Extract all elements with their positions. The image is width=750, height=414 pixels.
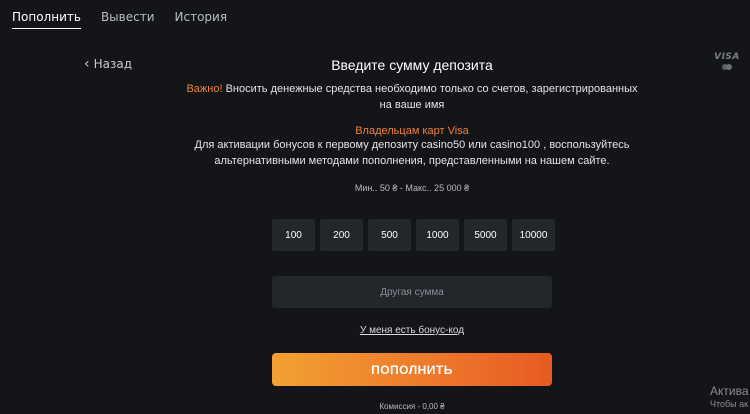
amount-button-500[interactable]: 500 bbox=[368, 219, 411, 251]
amount-button-100[interactable]: 100 bbox=[272, 219, 315, 251]
warning-label: Важно! bbox=[186, 83, 223, 95]
custom-amount-input[interactable] bbox=[272, 276, 552, 308]
tab-history[interactable]: История bbox=[175, 0, 228, 28]
visa-holders-text: Для активации бонусов к первому депозиту… bbox=[194, 139, 630, 167]
amount-button-5000[interactable]: 5000 bbox=[464, 219, 507, 251]
amount-presets: 100 200 500 1000 5000 10000 bbox=[272, 219, 555, 251]
amount-button-200[interactable]: 200 bbox=[320, 219, 363, 251]
amount-button-10000[interactable]: 10000 bbox=[512, 219, 555, 251]
commission-text: Комиссия - 0,00 ₴ bbox=[379, 402, 445, 411]
deposit-page: Пополнить Вывести История ‹ Назад VISA В… bbox=[0, 0, 750, 414]
deposit-limits: Мин.. 50 ₴ - Макс.. 25 000 ₴ bbox=[354, 183, 470, 193]
page-title: Введите сумму депозита bbox=[331, 57, 493, 73]
top-tabs: Пополнить Вывести История bbox=[12, 0, 247, 29]
tab-withdraw[interactable]: Вывести bbox=[101, 0, 155, 28]
visa-holders-title: Владельцам карт Visa bbox=[355, 125, 469, 137]
bonus-code-link[interactable]: У меня есть бонус-код bbox=[272, 325, 552, 336]
mastercard-icon bbox=[714, 64, 740, 70]
watermark-line-1: Актива bbox=[710, 384, 749, 398]
watermark-line-2: Чтобы ак bbox=[710, 399, 749, 409]
activation-watermark: Актива Чтобы ак bbox=[710, 384, 750, 410]
visa-logo-icon: VISA bbox=[714, 52, 740, 62]
deposit-submit-button[interactable]: ПОПОЛНИТЬ bbox=[272, 353, 552, 386]
warning-notice: Важно! Вносить денежные средства необход… bbox=[180, 81, 644, 113]
chevron-left-icon: ‹ bbox=[84, 56, 90, 72]
amount-button-1000[interactable]: 1000 bbox=[416, 219, 459, 251]
tab-deposit[interactable]: Пополнить bbox=[12, 0, 81, 29]
back-label: Назад bbox=[93, 57, 133, 71]
back-button[interactable]: ‹ Назад bbox=[84, 57, 132, 71]
payment-logo: VISA bbox=[714, 52, 740, 70]
warning-text: Вносить денежные средства необходимо тол… bbox=[222, 83, 638, 111]
deposit-info: Введите сумму депозита Важно! Вносить де… bbox=[180, 57, 644, 193]
